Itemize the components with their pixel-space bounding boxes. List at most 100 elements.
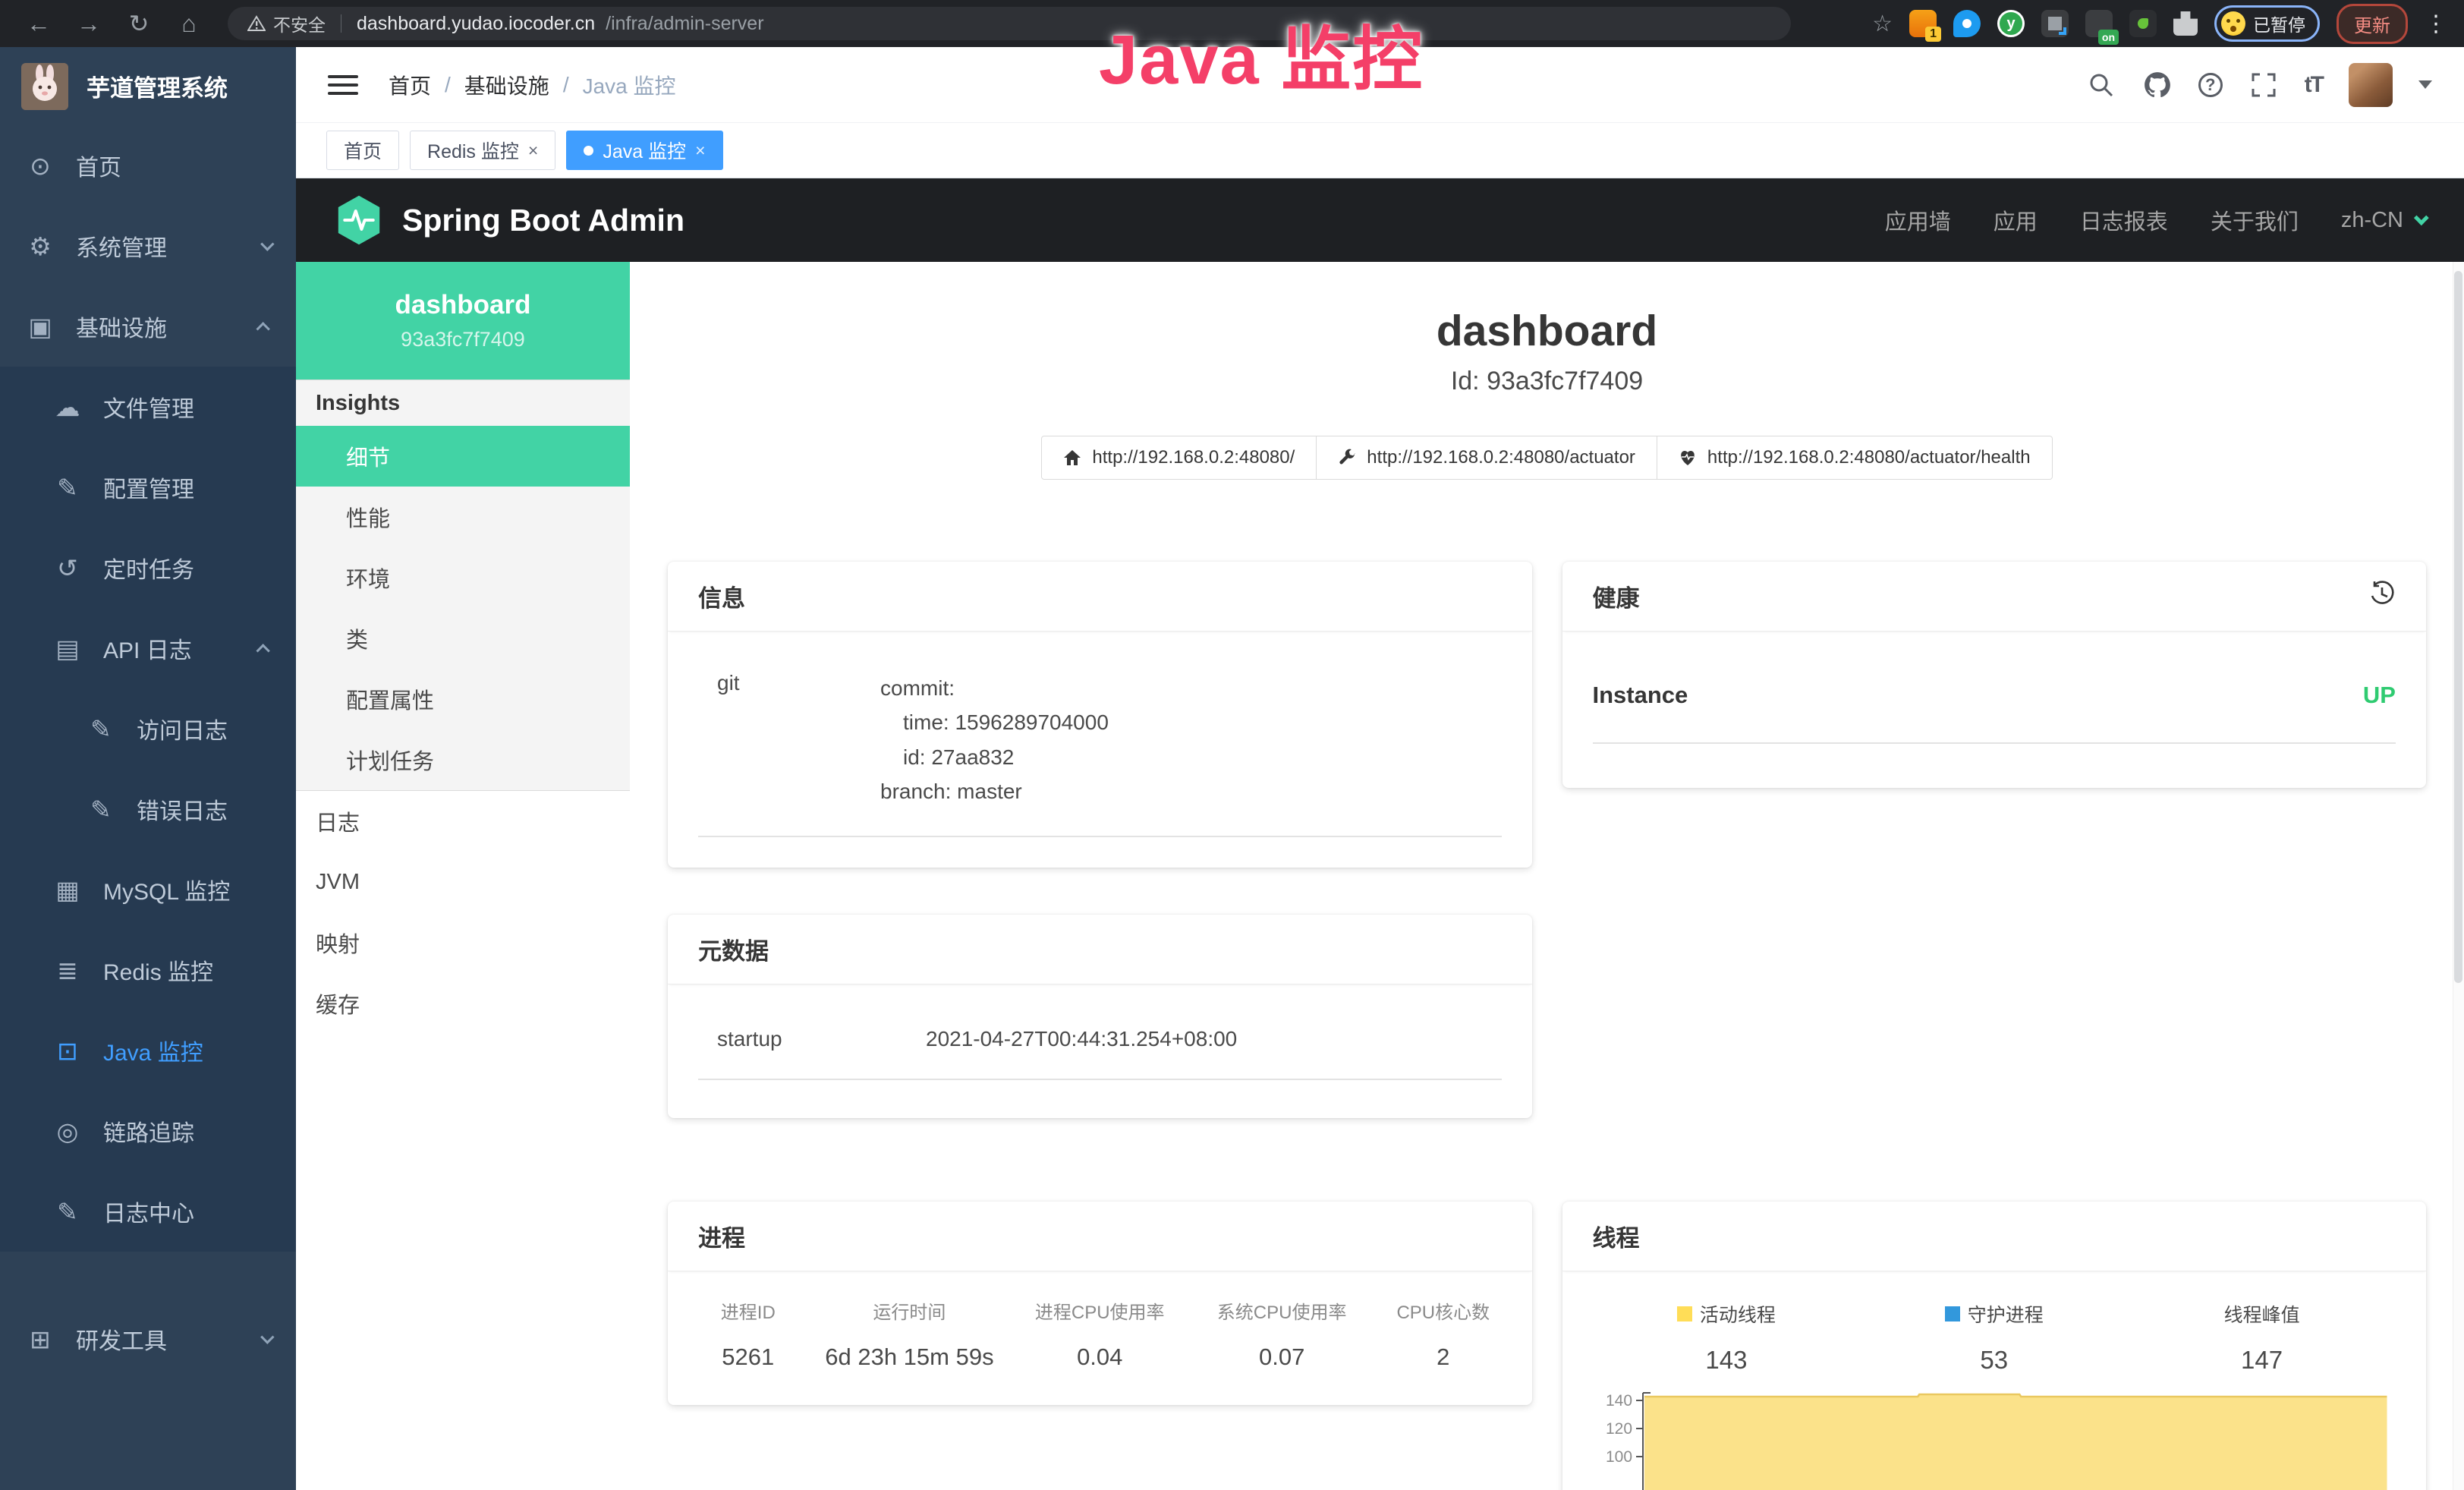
home-icon[interactable]: ⌂ <box>167 0 211 47</box>
home-icon <box>1063 449 1081 466</box>
chevron-up-icon <box>256 644 269 657</box>
chrome-menu-icon[interactable]: ⋮ <box>2425 11 2447 37</box>
sidebar-item-dev-tools[interactable]: ⊞ 研发工具 <box>0 1299 296 1379</box>
profile-chip[interactable]: 已暂停 <box>2214 5 2320 42</box>
eye-icon: ◎ <box>52 1117 83 1146</box>
security-warning[interactable]: 不安全 <box>247 11 326 36</box>
search-icon[interactable] <box>2086 70 2116 100</box>
sidebar-item-label: 定时任务 <box>103 551 194 584</box>
help-icon[interactable]: ? <box>2198 73 2223 97</box>
insights-item-classes[interactable]: 类 <box>296 608 630 669</box>
sidebar-item-label: 研发工具 <box>76 1322 167 1356</box>
sidebar-item-label: 错误日志 <box>137 792 228 826</box>
toolbox-icon: ⊞ <box>24 1325 56 1354</box>
github-icon[interactable] <box>2142 70 2173 100</box>
instance-name: dashboard <box>395 290 531 320</box>
address-bar[interactable]: 不安全 dashboard.yudao.iocoder.cn/infra/adm… <box>228 7 1791 40</box>
insights-item-configprops[interactable]: 配置属性 <box>296 669 630 729</box>
scrollbar-thumb[interactable] <box>2454 271 2462 983</box>
sidebar-item-trace[interactable]: ◎ 链路追踪 <box>0 1091 296 1171</box>
sba-nav-about[interactable]: 关于我们 <box>2211 204 2299 236</box>
font-size-icon[interactable]: tT <box>2305 72 2323 98</box>
service-url-button[interactable]: http://192.168.0.2:48080/ <box>1041 436 1317 480</box>
breadcrumb-home[interactable]: 首页 <box>389 70 431 100</box>
bookmark-star-icon[interactable]: ☆ <box>1872 11 1893 37</box>
sidebar-item-mysql[interactable]: ▦ MySQL 监控 <box>0 849 296 930</box>
history-icon[interactable] <box>2368 580 2396 613</box>
tab-home[interactable]: 首页 <box>326 131 399 170</box>
sba-nav-applications[interactable]: 应用 <box>1994 204 2038 236</box>
sidebar-item-label: 系统管理 <box>76 229 167 263</box>
sidebar-item-java-monitor[interactable]: ⊡ Java 监控 <box>0 1010 296 1091</box>
live-threads-value: 143 <box>1593 1346 1861 1375</box>
collapse-menu-icon[interactable] <box>328 75 358 95</box>
sidebar-item-infra[interactable]: ▣ 基础设施 <box>0 286 296 367</box>
extension-icon-orange[interactable]: 1 <box>1909 10 1937 37</box>
fullscreen-icon[interactable] <box>2248 70 2279 100</box>
sidebar-item-label: 链路追踪 <box>103 1114 194 1148</box>
pin-extension-icon[interactable] <box>1953 10 1981 37</box>
grid-extension-icon[interactable] <box>2041 10 2069 37</box>
sba-nav-wallboard[interactable]: 应用墙 <box>1885 204 1951 236</box>
sidebar-item-jobs[interactable]: ↺ 定时任务 <box>0 528 296 608</box>
insights-item-env[interactable]: 环境 <box>296 547 630 608</box>
update-button[interactable]: 更新 <box>2337 4 2408 44</box>
reload-icon[interactable]: ↻ <box>117 0 161 47</box>
sidebar-item-api-log[interactable]: ▤ API 日志 <box>0 608 296 688</box>
sba-brand[interactable]: Spring Boot Admin <box>335 194 684 246</box>
scrollbar[interactable] <box>2453 262 2464 1490</box>
sidebar-item-config[interactable]: ✎ 配置管理 <box>0 447 296 528</box>
insights-item-scheduled[interactable]: 计划任务 <box>296 729 630 790</box>
leaf-extension-icon[interactable] <box>2129 10 2157 37</box>
chevron-down-icon <box>2414 210 2429 225</box>
process-header-row: 进程ID 运行时间 进程CPU使用率 系统CPU使用率 CPU核心数 <box>686 1297 1514 1344</box>
breadcrumb-infra[interactable]: 基础设施 <box>464 70 549 100</box>
app-logo-row: 芋道管理系统 <box>0 47 296 125</box>
sidebar-item-log-center[interactable]: ✎ 日志中心 <box>0 1171 296 1252</box>
management-url-button[interactable]: http://192.168.0.2:48080/actuator <box>1316 436 1657 480</box>
process-value-row: 5261 6d 23h 15m 59s 0.04 0.07 2 <box>686 1344 1514 1371</box>
back-icon[interactable]: ← <box>17 0 61 47</box>
health-url-button[interactable]: http://192.168.0.2:48080/actuator/health <box>1657 436 2053 480</box>
sidebar-item-caches[interactable]: 缓存 <box>296 973 630 1034</box>
sidebar-item-jvm[interactable]: JVM <box>296 852 630 912</box>
log-icon: ✎ <box>52 1197 83 1227</box>
insights-item-details[interactable]: 细节 <box>296 426 630 487</box>
health-card: 健康 Instance UP <box>1562 562 2427 788</box>
extension-letter: y <box>2006 15 2015 33</box>
letter-extension-icon[interactable]: y <box>1997 10 2025 37</box>
user-avatar[interactable] <box>2349 63 2393 107</box>
java-monitor-icon: ⊡ <box>52 1036 83 1066</box>
forward-icon[interactable]: → <box>67 0 111 47</box>
breadcrumb-current: Java 监控 <box>583 70 676 100</box>
health-instance-label: Instance <box>1593 682 1688 709</box>
on-extension-icon[interactable]: on <box>2085 10 2113 37</box>
tab-java[interactable]: Java 监控 × <box>566 131 722 170</box>
locale-select[interactable]: zh-CN <box>2341 208 2425 233</box>
health-instance-row: Instance UP <box>1593 682 2396 744</box>
close-icon[interactable]: × <box>695 140 705 161</box>
extensions-puzzle-icon[interactable] <box>2173 11 2198 36</box>
metadata-value: 2021-04-27T00:44:31.254+08:00 <box>926 1027 1237 1051</box>
close-icon[interactable]: × <box>528 140 538 161</box>
sidebar-item-error-log[interactable]: ✎ 错误日志 <box>0 769 296 849</box>
sidebar-item-logfile[interactable]: 日志 <box>296 791 630 852</box>
daemon-threads-value: 53 <box>1860 1346 2128 1375</box>
sidebar-item-access-log[interactable]: ✎ 访问日志 <box>0 688 296 769</box>
user-caret-icon[interactable] <box>2418 80 2432 89</box>
security-label: 不安全 <box>273 11 326 36</box>
legend-yellow-swatch <box>1677 1306 1692 1321</box>
sidebar-item-home[interactable]: ⊙ 首页 <box>0 125 296 206</box>
sidebar-item-system[interactable]: ⚙ 系统管理 <box>0 206 296 286</box>
instance-header[interactable]: dashboard 93a3fc7f7409 <box>296 262 630 380</box>
insights-item-metrics[interactable]: 性能 <box>296 487 630 547</box>
chrome-toolbar: ☆ 1 y on 已暂停 更新 ⋮ <box>1872 4 2447 44</box>
tab-redis[interactable]: Redis 监控 × <box>410 131 555 170</box>
sidebar-item-label: API 日志 <box>103 632 192 665</box>
sidebar-item-label: Redis 监控 <box>103 953 213 987</box>
sidebar-item-mappings[interactable]: 映射 <box>296 912 630 973</box>
chevron-down-icon <box>260 237 274 250</box>
sba-nav-journal[interactable]: 日志报表 <box>2080 204 2168 236</box>
sidebar-item-redis[interactable]: ≣ Redis 监控 <box>0 930 296 1010</box>
sidebar-item-files[interactable]: ☁ 文件管理 <box>0 367 296 447</box>
